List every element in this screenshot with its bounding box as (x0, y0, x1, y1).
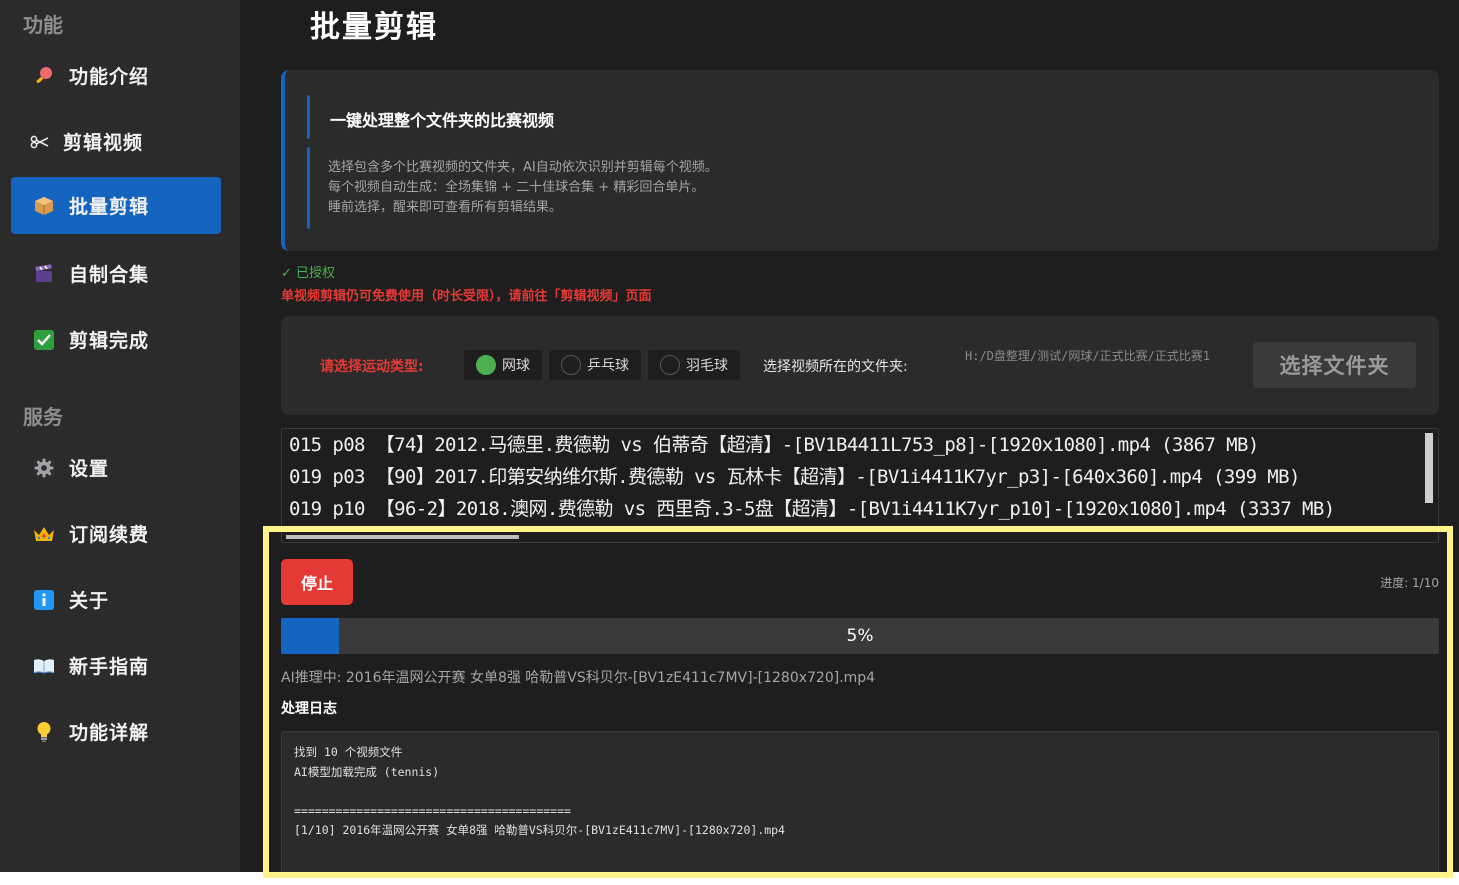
sidebar-section-features: 功能 (23, 13, 63, 37)
crown-icon (33, 523, 55, 545)
main-content: 批量剪辑 一键处理整个文件夹的比赛视频 选择包含多个比赛视频的文件夹，AI自动依… (241, 0, 1459, 872)
sport-type-label: 请选择运动类型: (320, 359, 424, 375)
radio-dot-icon (561, 355, 581, 375)
progress-percent: 5% (846, 626, 874, 646)
license-status: ✓ 已授权 (281, 266, 336, 281)
log-title: 处理日志 (281, 701, 337, 717)
sidebar: 功能 功能介绍 剪辑视频 批量剪辑 自制合集 剪辑完成 服务 设置 订阅续费 关… (0, 0, 241, 872)
lightbulb-icon (33, 721, 55, 743)
sidebar-item-label: 关于 (69, 590, 110, 612)
radio-label: 羽毛球 (686, 358, 728, 374)
sidebar-item-label: 自制合集 (69, 264, 150, 286)
intro-description: 选择包含多个比赛视频的文件夹，AI自动依次识别并剪辑每个视频。 每个视频自动生成… (328, 158, 718, 218)
sidebar-item-label: 批量剪辑 (69, 196, 150, 218)
sidebar-item-label: 剪辑视频 (63, 132, 144, 154)
sidebar-item-edit-complete[interactable]: 剪辑完成 (11, 311, 221, 368)
list-item[interactable]: 019 p10 【96-2】2018.澳网.费德勒 vs 西里奇.3-5盘【超清… (282, 493, 1438, 525)
intro-heading: 一键处理整个文件夹的比赛视频 (330, 111, 555, 130)
folder-path: H:/D盘整理/测试/网球/正式比赛/正式比赛1 (965, 349, 1211, 363)
info-icon (33, 589, 55, 611)
sidebar-item-label: 订阅续费 (69, 524, 150, 546)
scissors-icon (29, 131, 51, 153)
sidebar-item-label: 功能介绍 (69, 66, 150, 88)
vertical-scrollbar[interactable] (1425, 433, 1433, 503)
page-title: 批量剪辑 (310, 10, 438, 45)
clapperboard-icon (33, 263, 55, 285)
intro-card: 一键处理整个文件夹的比赛视频 选择包含多个比赛视频的文件夹，AI自动依次识别并剪… (281, 70, 1439, 251)
horizontal-scrollbar[interactable] (286, 535, 519, 539)
sidebar-item-label: 功能详解 (69, 722, 150, 744)
sidebar-item-edit-video[interactable]: 剪辑视频 (11, 113, 221, 170)
sidebar-item-label: 设置 (69, 458, 110, 480)
sidebar-item-beginner-guide[interactable]: 新手指南 (11, 637, 221, 694)
intro-heading-accent (307, 95, 310, 139)
inference-status: AI推理中: 2016年温网公开赛 女单8强 哈勒普VS科贝尔-[BV1zE41… (281, 670, 876, 686)
log-line: 找到 10 个视频文件 (294, 745, 403, 759)
radio-dot-icon (660, 355, 680, 375)
sidebar-item-custom-collection[interactable]: 自制合集 (11, 245, 221, 302)
sidebar-item-batch-edit[interactable]: 批量剪辑 (11, 177, 221, 234)
radio-table-tennis[interactable]: 乒乓球 (549, 350, 641, 380)
list-item[interactable]: 015 p08 【74】2012.马德里.费德勒 vs 伯蒂奇【超清】-[BV1… (282, 429, 1438, 461)
radio-badminton[interactable]: 羽毛球 (648, 350, 740, 380)
sidebar-item-about[interactable]: 关于 (11, 571, 221, 628)
log-line: [1/10] 2016年温网公开赛 女单8强 哈勒普VS科贝尔-[BV1zE41… (294, 823, 785, 837)
intro-line: 选择包含多个比赛视频的文件夹，AI自动依次识别并剪辑每个视频。 (328, 160, 718, 175)
sidebar-section-services: 服务 (23, 405, 63, 429)
book-icon (33, 655, 55, 677)
log-line: ======================================== (294, 803, 571, 818)
log-line: AI模型加载完成 (tennis) (294, 764, 440, 779)
choose-folder-button[interactable]: 选择文件夹 (1253, 342, 1416, 388)
intro-line: 每个视频自动生成：全场集锦 + 二十佳球合集 + 精彩回合单片。 (328, 180, 705, 195)
list-item[interactable]: 019 p03 【90】2017.印第安纳维尔斯.费德勒 vs 瓦林卡【超清】-… (282, 461, 1438, 493)
sidebar-item-subscription[interactable]: 订阅续费 (11, 505, 221, 562)
folder-label: 选择视频所在的文件夹: (763, 359, 908, 375)
radio-dot-icon (476, 355, 496, 375)
package-icon (33, 195, 55, 217)
stop-button[interactable]: 停止 (281, 559, 353, 605)
check-box-icon (33, 329, 55, 351)
radio-label: 乒乓球 (587, 358, 629, 374)
sidebar-item-label: 剪辑完成 (69, 330, 150, 352)
progress-count: 进度: 1/10 (1380, 576, 1439, 590)
gear-icon (33, 457, 55, 479)
sidebar-item-intro[interactable]: 功能介绍 (11, 47, 221, 104)
free-usage-notice: 单视频剪辑仍可免费使用（时长受限），请前往「剪辑视频」页面 (281, 289, 652, 304)
pin-icon (33, 65, 55, 87)
sidebar-item-feature-details[interactable]: 功能详解 (11, 703, 221, 760)
radio-label: 网球 (502, 358, 530, 374)
intro-desc-accent (307, 147, 310, 229)
video-file-list[interactable]: 015 p08 【74】2012.马德里.费德勒 vs 伯蒂奇【超清】-[BV1… (281, 428, 1439, 543)
radio-tennis[interactable]: 网球 (464, 350, 542, 380)
options-panel: 请选择运动类型: 网球 乒乓球 羽毛球 选择视频所在的文件夹: H:/D盘整理/… (281, 316, 1439, 415)
sidebar-item-label: 新手指南 (69, 656, 150, 678)
intro-line: 睡前选择，醒来即可查看所有剪辑结果。 (328, 200, 563, 215)
processing-log[interactable]: 找到 10 个视频文件 AI模型加载完成 (tennis) ==========… (281, 731, 1439, 872)
progress-bar: 5% (281, 618, 1439, 654)
sidebar-item-settings[interactable]: 设置 (11, 439, 221, 496)
